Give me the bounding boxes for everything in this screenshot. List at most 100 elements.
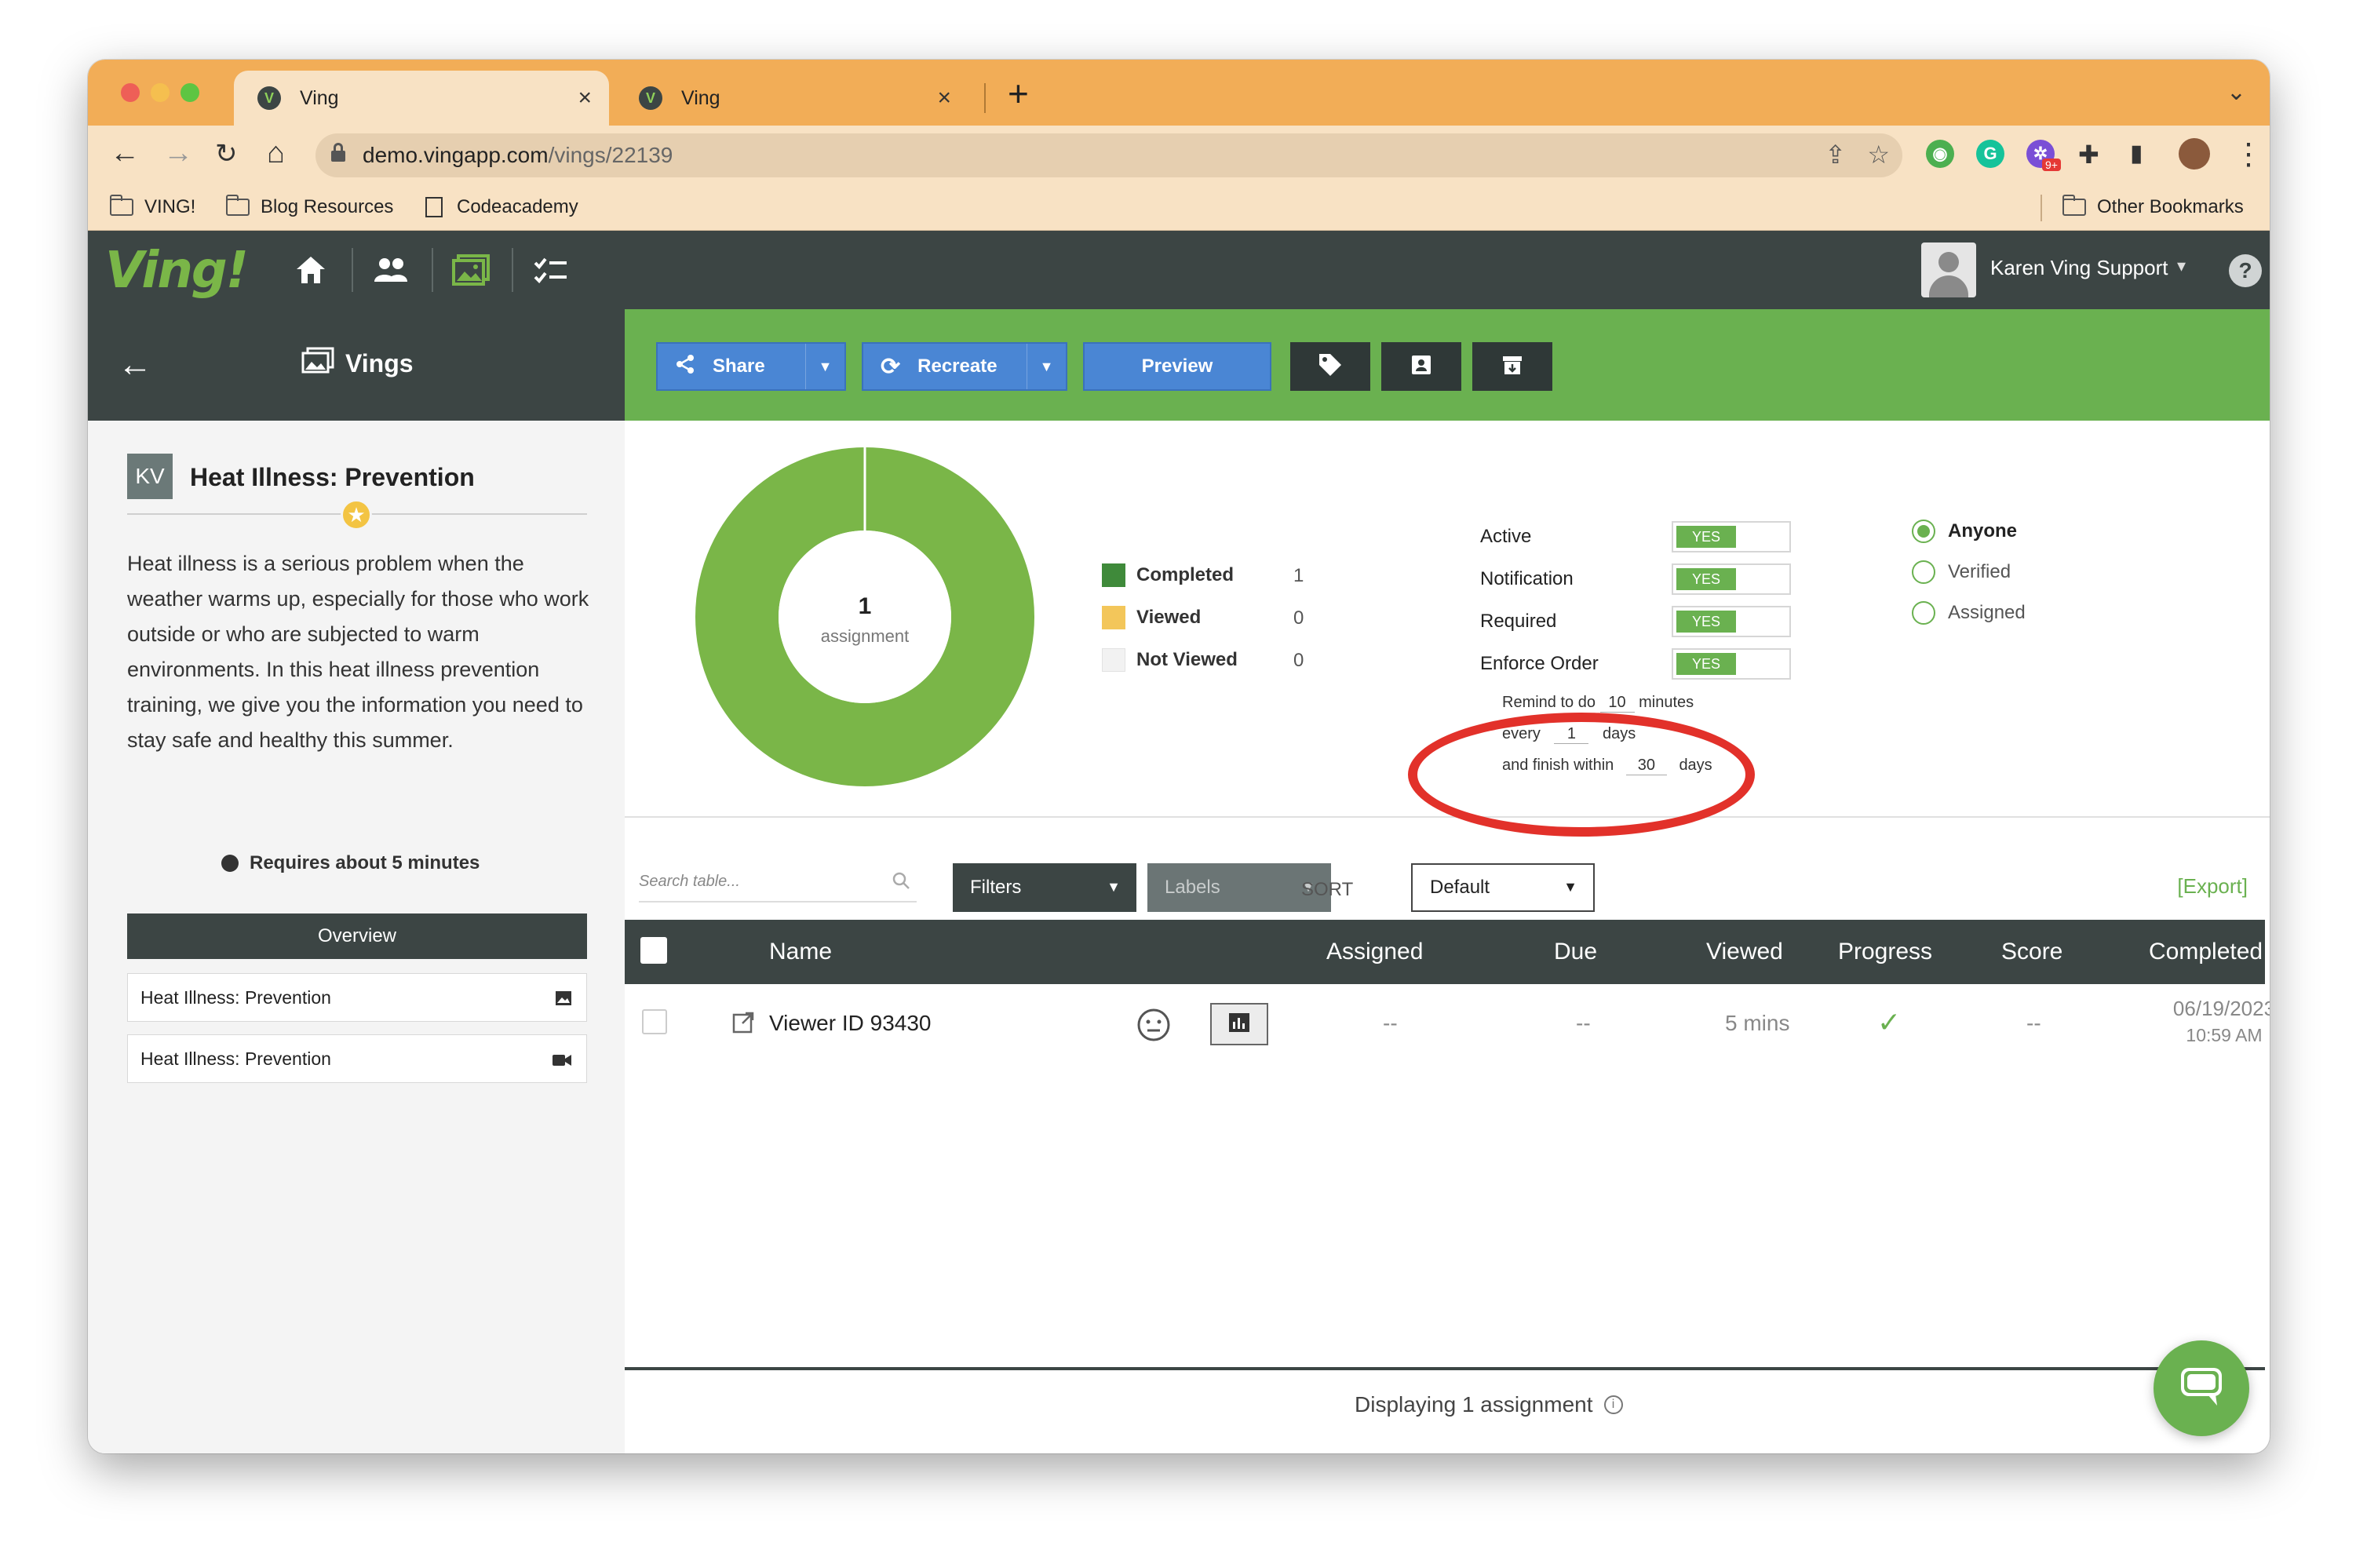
- user-avatar[interactable]: [1921, 242, 1976, 297]
- close-tab-icon[interactable]: ×: [937, 85, 951, 111]
- neutral-face-icon[interactable]: [1136, 1008, 1171, 1046]
- bookmark-codeacademy[interactable]: Codeacademy: [425, 196, 578, 218]
- content-item[interactable]: Heat Illness: Prevention: [127, 973, 587, 1022]
- back-arrow-icon[interactable]: ←: [118, 345, 152, 385]
- search-input[interactable]: Search table...: [639, 865, 917, 903]
- every-days-input[interactable]: 1: [1554, 725, 1589, 744]
- sidebar-header: ← Vings: [88, 309, 625, 421]
- filters-dropdown[interactable]: Filters ▼: [953, 863, 1136, 912]
- ving-description: Heat illness is a serious problem when t…: [127, 552, 589, 752]
- maximize-window-button[interactable]: [181, 83, 199, 102]
- chat-support-button[interactable]: [2154, 1340, 2249, 1436]
- column-viewed[interactable]: Viewed: [1706, 939, 1783, 965]
- tag-icon: [1318, 352, 1343, 381]
- browser-tab-active[interactable]: V Ving ×: [234, 71, 609, 126]
- external-link-icon[interactable]: [731, 1011, 755, 1038]
- codeacademy-icon: [425, 197, 443, 217]
- completed-time: 10:59 AM: [2186, 1025, 2263, 1045]
- reload-icon[interactable]: ↻: [215, 138, 238, 170]
- audience-anyone[interactable]: Anyone: [1912, 520, 2017, 543]
- archive-button[interactable]: [1472, 342, 1552, 391]
- donut-center-label: assignment: [820, 626, 910, 646]
- remind-minutes-input[interactable]: 10: [1599, 694, 1635, 713]
- audience-verified[interactable]: Verified: [1912, 560, 2011, 584]
- star-icon[interactable]: ★: [341, 499, 372, 531]
- people-nav-icon[interactable]: [367, 243, 414, 297]
- viewer-name[interactable]: Viewer ID 93430: [769, 1011, 932, 1036]
- address-bar[interactable]: demo.vingapp.com/vings/22139 ⇪ ☆: [315, 133, 1902, 177]
- info-icon[interactable]: i: [1603, 1395, 1623, 1414]
- user-name[interactable]: Karen Ving Support: [1990, 256, 2168, 280]
- user-menu-chevron-icon[interactable]: ▾: [2177, 256, 2186, 276]
- extensions-puzzle-icon[interactable]: ✚: [2078, 140, 2099, 170]
- radio-icon[interactable]: [1912, 601, 1935, 625]
- sidepanel-icon[interactable]: ▮: [2130, 140, 2143, 167]
- tab-divider: [984, 83, 986, 113]
- forward-arrow-icon[interactable]: →: [163, 137, 193, 170]
- close-window-button[interactable]: [121, 83, 140, 102]
- radio-checked-icon[interactable]: [1912, 520, 1935, 543]
- profile-avatar-icon[interactable]: [2179, 138, 2210, 170]
- audience-assigned[interactable]: Assigned: [1912, 601, 2026, 625]
- stats-button[interactable]: [1210, 1003, 1268, 1045]
- enforce-order-toggle[interactable]: YES: [1672, 648, 1791, 680]
- bookmark-star-icon[interactable]: ☆: [1867, 140, 1890, 170]
- back-arrow-icon[interactable]: ←: [110, 137, 140, 170]
- browser-tab[interactable]: V Ving ×: [615, 71, 968, 126]
- new-tab-icon[interactable]: +: [1008, 72, 1029, 115]
- folder-icon: [2062, 195, 2086, 216]
- other-bookmarks[interactable]: Other Bookmarks: [2062, 195, 2244, 218]
- legend-count-completed: 1: [1293, 565, 1304, 586]
- finish-within-setting: and finish within 30 days: [1502, 757, 1712, 775]
- share-chevron-down-icon[interactable]: ▼: [805, 344, 844, 389]
- checklist-nav-icon[interactable]: [527, 243, 574, 297]
- content-item[interactable]: Heat Illness: Prevention: [127, 1034, 587, 1083]
- required-toggle[interactable]: YES: [1672, 606, 1791, 637]
- column-progress[interactable]: Progress: [1838, 939, 1932, 965]
- donut-center-value: 1: [858, 593, 872, 619]
- preview-button[interactable]: Preview: [1083, 342, 1271, 391]
- ving-logo[interactable]: Ving!: [105, 242, 249, 300]
- notification-toggle[interactable]: YES: [1672, 563, 1791, 595]
- export-link[interactable]: [Export]: [2177, 874, 2248, 899]
- tab-search-chevron-icon[interactable]: ⌄: [2227, 78, 2246, 106]
- grammarly-icon[interactable]: G: [1976, 140, 2004, 168]
- recreate-button[interactable]: ⟳ Recreate ▼: [862, 342, 1067, 391]
- home-icon[interactable]: ⌂: [267, 137, 285, 170]
- overview-button[interactable]: Overview: [127, 913, 587, 959]
- column-due[interactable]: Due: [1554, 939, 1597, 965]
- sort-select[interactable]: Default ▼: [1411, 863, 1595, 912]
- row-checkbox[interactable]: [642, 1009, 667, 1034]
- stopwatch-icon: [221, 855, 239, 872]
- duration-label: Requires about 5 minutes: [221, 852, 480, 874]
- column-score[interactable]: Score: [2001, 939, 2062, 965]
- extension-owl-icon[interactable]: ◉: [1926, 140, 1954, 168]
- vings-nav-icon[interactable]: [447, 243, 494, 297]
- column-assigned[interactable]: Assigned: [1326, 939, 1423, 965]
- help-icon[interactable]: ?: [2229, 254, 2262, 287]
- column-name[interactable]: Name: [769, 939, 832, 965]
- progress-check-icon: ✓: [1877, 1006, 1902, 1038]
- share-page-icon[interactable]: ⇪: [1825, 140, 1846, 170]
- more-menu-icon[interactable]: ⋮: [2234, 137, 2263, 172]
- select-all-checkbox[interactable]: [640, 937, 667, 964]
- sort-label: SORT: [1301, 879, 1354, 900]
- author-initials-badge: KV: [127, 454, 173, 499]
- action-bar: Share ▼ ⟳ Recreate ▼ Preview: [625, 309, 2270, 421]
- home-nav-icon[interactable]: [287, 243, 334, 297]
- tag-button[interactable]: [1290, 342, 1370, 391]
- column-completed[interactable]: Completed: [2149, 939, 2263, 965]
- table-footer-count: Displaying 1 assignment i: [1355, 1392, 1623, 1417]
- finish-days-input[interactable]: 30: [1625, 757, 1667, 775]
- minimize-window-button[interactable]: [151, 83, 170, 102]
- bookmark-ving[interactable]: VING!: [110, 195, 195, 218]
- active-toggle[interactable]: YES: [1672, 521, 1791, 552]
- radio-icon[interactable]: [1912, 560, 1935, 584]
- close-tab-icon[interactable]: ×: [578, 85, 592, 111]
- recreate-chevron-down-icon[interactable]: ▼: [1027, 344, 1066, 389]
- ving-sidebar: KV Heat Illness: Prevention ★ Heat illne…: [88, 421, 625, 1453]
- share-button[interactable]: Share ▼: [656, 342, 846, 391]
- contact-button[interactable]: [1381, 342, 1461, 391]
- remind-setting: Remind to do 10 minutes: [1502, 694, 1694, 713]
- bookmark-blog-resources[interactable]: Blog Resources: [226, 195, 393, 218]
